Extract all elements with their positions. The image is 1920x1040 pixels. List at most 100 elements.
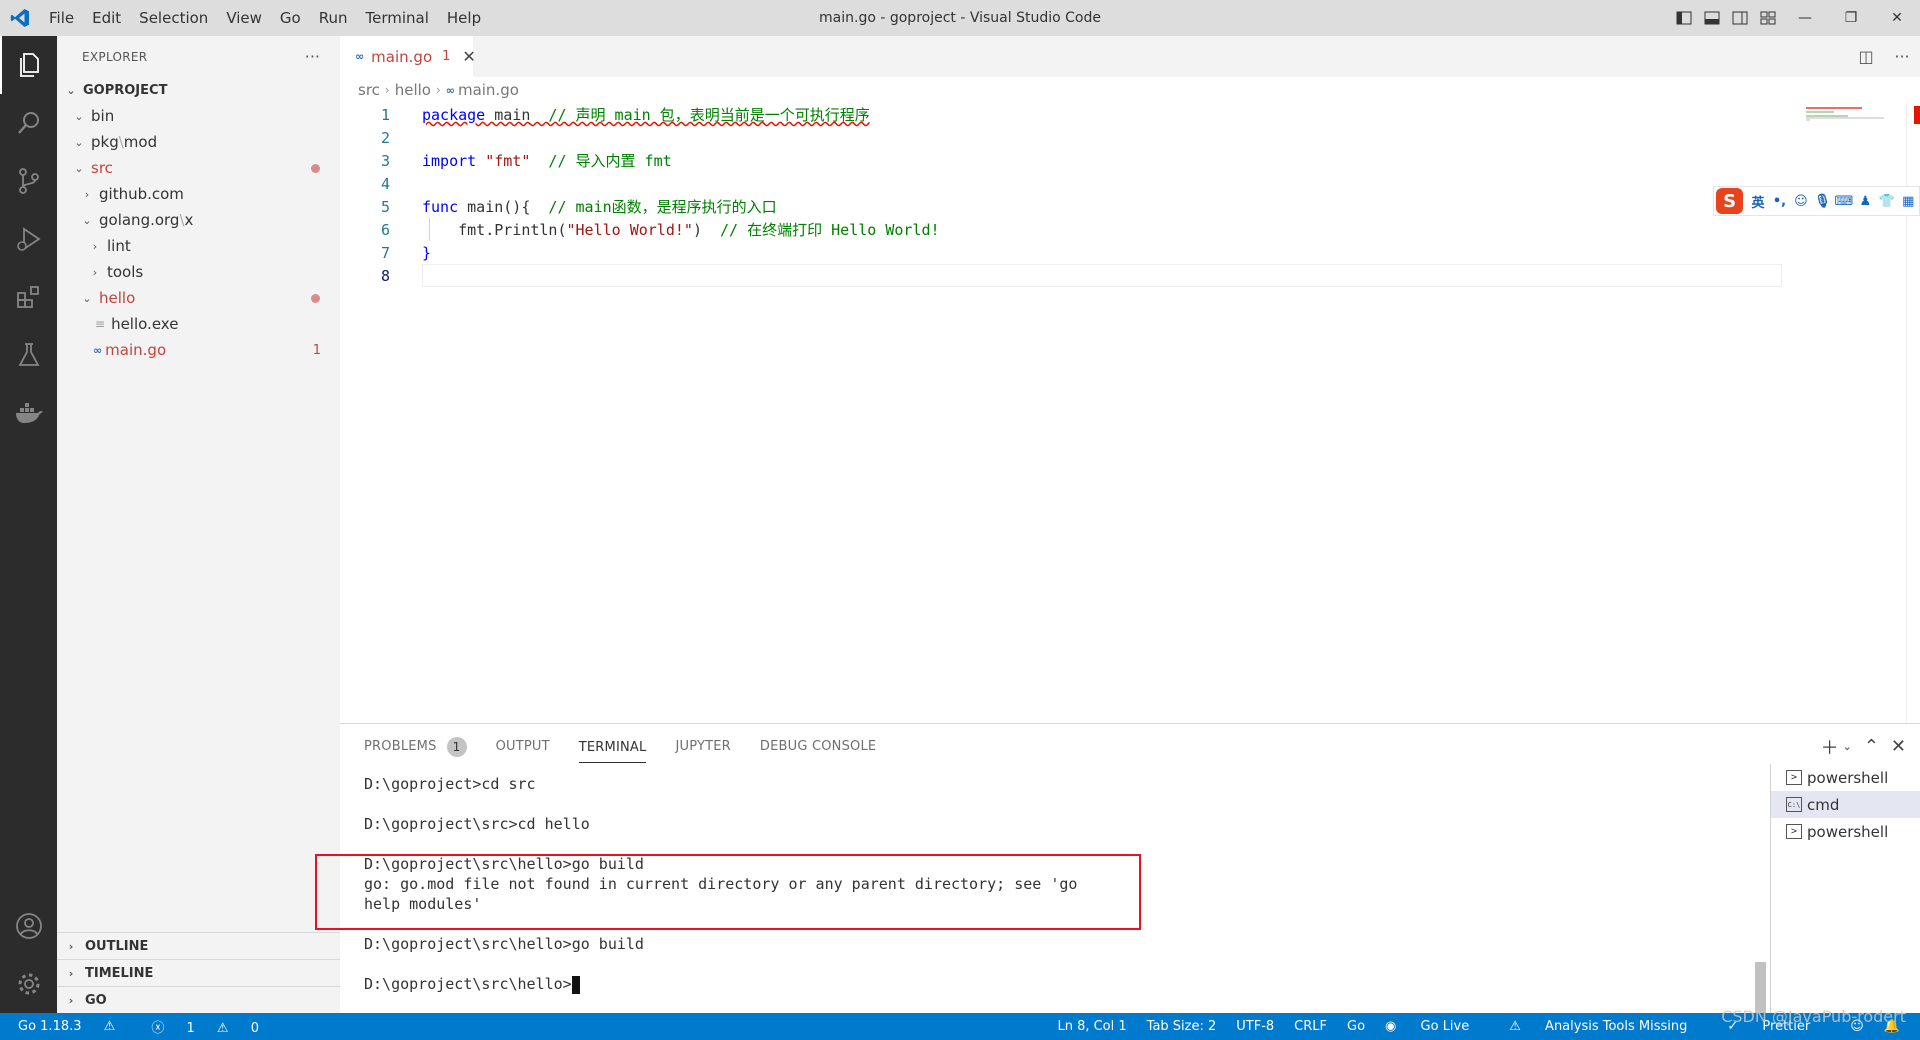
new-terminal-icon[interactable]: ＋ [1821,734,1839,760]
menu-help[interactable]: Help [438,0,490,36]
terminal-item-label: powershell [1807,822,1889,841]
accounts-icon[interactable] [0,897,57,955]
breadcrumb-item[interactable]: src [358,81,380,99]
tree-item-tools[interactable]: › tools [57,259,340,285]
menu-view[interactable]: View [217,0,271,36]
tab-label: PROBLEMS [364,739,437,754]
minimap[interactable] [1804,106,1914,126]
tab-jupyter[interactable]: JUPYTER [675,724,730,769]
tree-item-bin[interactable]: ⌄ bin [57,103,340,129]
tab-size[interactable]: Tab Size: 2 [1147,1019,1217,1034]
toggle-secondary-sidebar-icon[interactable] [1726,0,1754,36]
emoji-icon[interactable]: ☺ [1790,194,1811,209]
analysis-tools-status[interactable]: ⚠ Analysis Tools Missing [1509,1019,1707,1034]
line-number: 4 [380,174,390,193]
keyboard-icon[interactable]: ⌨ [1833,194,1854,209]
editor-tabs: ∞ main.go 1 ✕ ◫ ··· [340,36,1920,77]
tree-item-pkg-mod[interactable]: ⌄ pkg \ mod [57,129,340,155]
terminal-item-powershell-2[interactable]: > powershell [1771,818,1920,845]
go-file-icon: ∞ [93,343,102,357]
keyword: func [422,198,459,216]
close-tab-icon[interactable]: ✕ [462,47,475,66]
tree-item-label: hello.exe [111,315,179,333]
code-line: 7 } [340,241,1780,264]
comment: // 导入内置 fmt [530,152,672,170]
project-folder[interactable]: ⌄ GOPROJECT [57,77,340,103]
outline-section[interactable]: › OUTLINE [57,932,340,959]
explorer-icon[interactable] [0,36,57,94]
run-debug-icon[interactable] [0,210,57,268]
timeline-section[interactable]: › TIMELINE [57,959,340,986]
section-label: OUTLINE [85,938,149,954]
menu-terminal[interactable]: Terminal [357,0,438,36]
tree-item-main-go[interactable]: ∞ main.go 1 [57,337,340,363]
menu-selection[interactable]: Selection [130,0,217,36]
go-version-status[interactable]: Go 1.18.3 ⚠ [18,1019,133,1034]
chevron-down-icon[interactable]: ⌄ [1843,740,1852,753]
modified-dot [311,163,320,173]
go-section[interactable]: › GO [57,986,340,1013]
tab-terminal[interactable]: TERMINAL [578,734,647,763]
tree-item-lint[interactable]: › lint [57,233,340,259]
breadcrumb-item[interactable]: main.go [458,81,519,99]
skin-shirt-icon[interactable]: 👕 [1876,194,1897,209]
toggle-panel-icon[interactable] [1698,0,1726,36]
search-icon[interactable] [0,94,57,152]
warning-count: 0 [250,1021,259,1036]
cursor-position[interactable]: Ln 8, Col 1 [1057,1019,1126,1034]
menu-run[interactable]: Run [310,0,357,36]
tree-item-label: github.com [99,185,184,203]
extensions-icon[interactable] [0,268,57,326]
sogou-logo-icon[interactable]: S [1716,188,1744,214]
problem-count: 1 [312,342,321,358]
testing-icon[interactable] [0,326,57,384]
grid-menu-icon[interactable]: ▦ [1897,194,1918,209]
code-text: import "fmt" // 导入内置 fmt [422,150,672,171]
section-label: GO [85,992,107,1008]
more-actions-icon[interactable]: ··· [305,47,320,66]
tree-item-github[interactable]: › github.com [57,181,340,207]
split-editor-icon[interactable]: ◫ [1848,47,1884,66]
docker-icon[interactable] [0,384,57,442]
tab-main-go[interactable]: ∞ main.go 1 ✕ [340,36,476,77]
microphone-icon[interactable]: 🎙 [1812,194,1833,209]
tab-output[interactable]: OUTPUT [496,724,550,769]
line-number: 1 [380,105,390,124]
toggle-sidebar-icon[interactable] [1670,0,1698,36]
maximize-panel-icon[interactable]: ⌃ [1864,736,1879,757]
section-label: TIMELINE [85,965,154,981]
error-icon: ⓧ [151,1021,165,1036]
more-actions-icon[interactable]: ··· [1884,47,1920,66]
close-window-button[interactable]: ✕ [1874,0,1920,36]
ime-punctuation-toggle[interactable]: •, [1769,194,1790,209]
problems-status[interactable]: ⓧ 1 ⚠ 0 [151,1017,277,1036]
minimize-button[interactable]: — [1782,0,1828,36]
customize-layout-icon[interactable] [1754,0,1782,36]
terminal-item-powershell[interactable]: > powershell [1771,764,1920,791]
line-ending[interactable]: CRLF [1294,1019,1327,1034]
terminal-item-cmd[interactable]: C:\ cmd [1771,791,1920,818]
code-editor[interactable]: 1 package main // 声明 main 包，表明当前是一个可执行程序… [340,103,1782,287]
ime-lang-toggle[interactable]: 英 [1747,192,1768,211]
watermark: CSDN @JavaPub-rodert [1721,1007,1906,1026]
terminal-line: D:\goproject>cd src [364,775,536,793]
encoding[interactable]: UTF-8 [1236,1019,1274,1034]
user-icon[interactable]: ♟ [1855,194,1876,209]
menu-file[interactable]: File [40,0,83,36]
tab-problems[interactable]: PROBLEMS 1 [364,724,467,769]
tree-item-hello-exe[interactable]: ≡ hello.exe [57,311,340,337]
settings-gear-icon[interactable] [0,955,57,1013]
breadcrumb-item[interactable]: hello [395,81,431,99]
menu-go[interactable]: Go [271,0,310,36]
tree-item-src[interactable]: ⌄ src [57,155,340,181]
analysis-tools-label: Analysis Tools Missing [1545,1019,1688,1034]
restore-button[interactable]: ❐ [1828,0,1874,36]
tree-item-hello[interactable]: ⌄ hello [57,285,340,311]
go-live-status[interactable]: ◉ Go Live [1385,1019,1489,1034]
menu-edit[interactable]: Edit [83,0,130,36]
close-panel-icon[interactable]: ✕ [1891,736,1906,757]
source-control-icon[interactable] [0,152,57,210]
tab-debug-console[interactable]: DEBUG CONSOLE [760,724,876,769]
language-mode[interactable]: Go [1347,1019,1365,1034]
tree-item-golang-org[interactable]: ⌄ golang.org \ x [57,207,340,233]
